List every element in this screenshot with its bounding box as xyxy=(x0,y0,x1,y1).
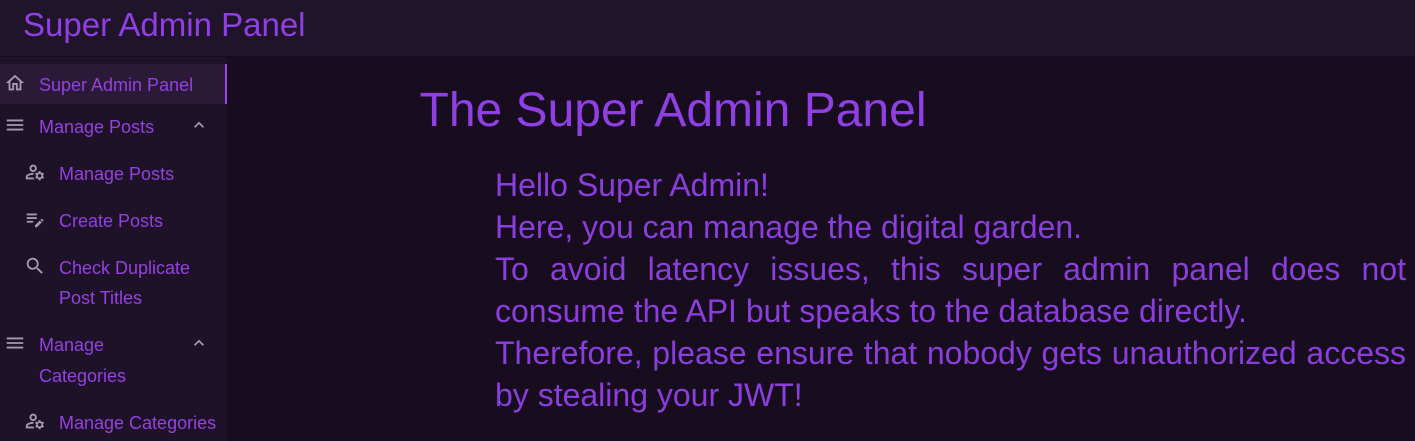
greeting-text: Hello Super Admin! xyxy=(495,167,769,203)
sidebar-item-label-line1: Manage xyxy=(39,335,105,355)
sidebar-item-label-line2: Post Titles xyxy=(59,288,143,308)
latency-note-text: To avoid latency issues, this super admi… xyxy=(495,251,1406,329)
edit-list-icon xyxy=(24,208,46,230)
user-settings-icon xyxy=(24,161,46,183)
user-settings-icon xyxy=(24,410,46,432)
chevron-up-icon[interactable] xyxy=(189,332,209,352)
sidebar-item-label: Manage Categories xyxy=(59,413,217,433)
sidebar-item-manage-categories[interactable]: Manage Categories xyxy=(0,407,227,441)
sidebar-item-manage-categories-group[interactable]: Manage Categories xyxy=(0,329,227,393)
sidebar-item-label: Manage Posts xyxy=(59,164,175,184)
welcome-message: Hello Super Admin! Here, you can manage … xyxy=(495,164,1406,416)
menu-icon xyxy=(4,332,26,354)
sidebar-item-label-line2: Categories xyxy=(39,366,127,386)
sidebar-item-label-line1: Check Duplicate xyxy=(59,258,191,278)
security-warning-text: Therefore, please ensure that nobody get… xyxy=(495,335,1406,413)
sidebar-item-check-duplicate-post-titles[interactable]: Check Duplicate Post Titles xyxy=(0,252,227,316)
sidebar-item-manage-posts[interactable]: Manage Posts xyxy=(0,158,227,198)
main-content: The Super Admin Panel Hello Super Admin!… xyxy=(228,57,1415,441)
intro-text: Here, you can manage the digital garden. xyxy=(495,209,1083,245)
sidebar-item-create-posts[interactable]: Create Posts xyxy=(0,205,227,245)
page-title: The Super Admin Panel xyxy=(419,84,927,137)
app-title: Super Admin Panel xyxy=(23,6,306,43)
top-app-bar: Super Admin Panel xyxy=(0,0,1415,57)
sidebar-item-label: Create Posts xyxy=(59,211,164,231)
search-icon xyxy=(24,255,46,277)
